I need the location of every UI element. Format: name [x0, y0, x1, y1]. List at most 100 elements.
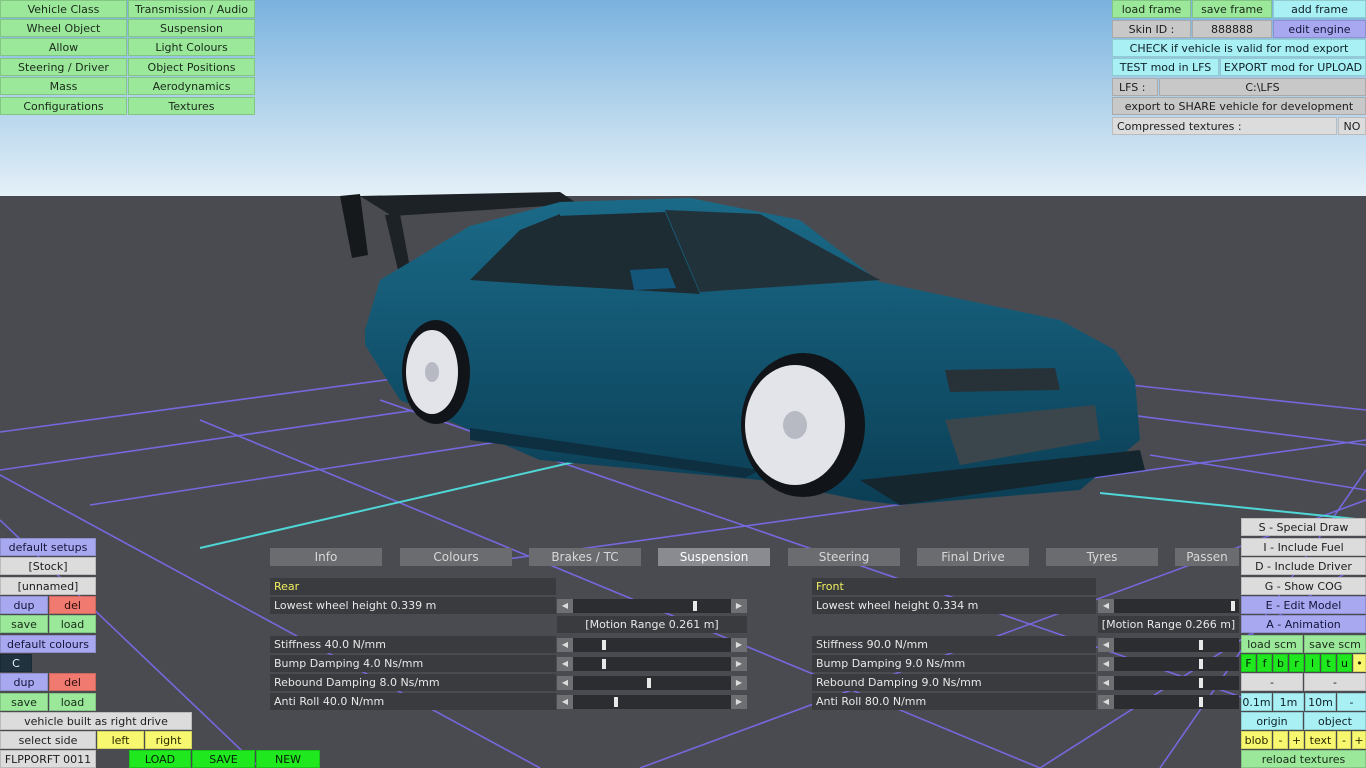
origin-button[interactable]: origin: [1241, 712, 1303, 730]
side-left-button[interactable]: left: [97, 731, 144, 749]
flag-dot[interactable]: •: [1353, 654, 1366, 672]
decrease-arrow-icon[interactable]: ◀: [1098, 657, 1114, 671]
include-driver-toggle[interactable]: D - Include Driver: [1241, 557, 1366, 575]
tab-steering[interactable]: Steering: [788, 548, 900, 566]
setup-unnamed-item[interactable]: [unnamed]: [0, 577, 96, 595]
decrease-arrow-icon[interactable]: ◀: [557, 657, 573, 671]
tab-passengers[interactable]: Passen: [1175, 548, 1239, 566]
vehicle-class-button[interactable]: Vehicle Class: [0, 0, 127, 18]
rear-lowest-wheel-slider[interactable]: ◀ ▶: [557, 599, 747, 613]
special-draw-toggle[interactable]: S - Special Draw: [1241, 518, 1366, 536]
new-vehicle-button[interactable]: NEW: [256, 750, 320, 768]
aerodynamics-button[interactable]: Aerodynamics: [128, 77, 255, 95]
slider-knob[interactable]: [647, 678, 651, 688]
check-valid-button[interactable]: CHECK if vehicle is valid for mod export: [1112, 39, 1366, 57]
save-frame-button[interactable]: save frame: [1192, 0, 1272, 18]
save-vehicle-button[interactable]: SAVE: [192, 750, 255, 768]
3d-viewport[interactable]: [0, 0, 1366, 768]
animation-button[interactable]: A - Animation: [1241, 615, 1366, 633]
flag-f-upper[interactable]: F: [1241, 654, 1256, 672]
allow-button[interactable]: Allow: [0, 38, 127, 56]
slider-knob[interactable]: [693, 601, 697, 611]
step-10m-button[interactable]: 10m: [1305, 693, 1336, 711]
skin-id-value[interactable]: 888888: [1192, 20, 1272, 38]
rear-anti-roll-slider[interactable]: ◀ ▶: [557, 695, 747, 709]
flag-u[interactable]: u: [1337, 654, 1352, 672]
slider-knob[interactable]: [1199, 659, 1203, 669]
slider-knob[interactable]: [1231, 601, 1235, 611]
slider-knob[interactable]: [1199, 678, 1203, 688]
decrease-arrow-icon[interactable]: ◀: [1098, 599, 1114, 613]
flag-b[interactable]: b: [1273, 654, 1288, 672]
minus-button-1[interactable]: -: [1241, 673, 1303, 691]
right-drive-toggle[interactable]: vehicle built as right drive: [0, 712, 192, 730]
slider-knob[interactable]: [1199, 640, 1203, 650]
decrease-arrow-icon[interactable]: ◀: [557, 695, 573, 709]
tab-info[interactable]: Info: [270, 548, 382, 566]
decrease-arrow-icon[interactable]: ◀: [1098, 676, 1114, 690]
default-colours-button[interactable]: default colours: [0, 635, 96, 653]
load-setup-button[interactable]: load: [49, 615, 96, 633]
slider-knob[interactable]: [602, 640, 606, 650]
save-scm-button[interactable]: save scm: [1304, 635, 1366, 653]
minus-button-2[interactable]: -: [1304, 673, 1366, 691]
object-button[interactable]: object: [1304, 712, 1366, 730]
colour-code-item[interactable]: C: [0, 654, 32, 672]
configurations-button[interactable]: Configurations: [0, 97, 127, 115]
compressed-textures-toggle[interactable]: NO: [1338, 117, 1366, 135]
suspension-button[interactable]: Suspension: [128, 19, 255, 37]
save-setup-button[interactable]: save: [0, 615, 48, 633]
increase-arrow-icon[interactable]: ▶: [731, 676, 747, 690]
export-share-button[interactable]: export to SHARE vehicle for development: [1112, 97, 1366, 115]
increase-arrow-icon[interactable]: ▶: [731, 657, 747, 671]
decrease-arrow-icon[interactable]: ◀: [557, 638, 573, 652]
tab-final-drive[interactable]: Final Drive: [917, 548, 1029, 566]
show-cog-toggle[interactable]: G - Show COG: [1241, 577, 1366, 595]
edit-engine-button[interactable]: edit engine: [1273, 20, 1366, 38]
decrease-arrow-icon[interactable]: ◀: [1098, 695, 1114, 709]
steering-driver-button[interactable]: Steering / Driver: [0, 58, 127, 76]
rear-bump-slider[interactable]: ◀ ▶: [557, 657, 747, 671]
front-anti-roll-slider[interactable]: ◀: [1098, 695, 1239, 709]
mass-button[interactable]: Mass: [0, 77, 127, 95]
save-colour-button[interactable]: save: [0, 693, 48, 711]
decrease-arrow-icon[interactable]: ◀: [557, 676, 573, 690]
rear-rebound-slider[interactable]: ◀ ▶: [557, 676, 747, 690]
textures-button[interactable]: Textures: [128, 97, 255, 115]
tab-suspension[interactable]: Suspension: [658, 548, 770, 566]
add-frame-button[interactable]: add frame: [1273, 0, 1366, 18]
decrease-arrow-icon[interactable]: ◀: [1098, 638, 1114, 652]
setup-stock-item[interactable]: [Stock]: [0, 557, 96, 575]
slider-knob[interactable]: [602, 659, 606, 669]
increase-arrow-icon[interactable]: ▶: [731, 638, 747, 652]
transmission-audio-button[interactable]: Transmission / Audio: [128, 0, 255, 18]
flag-f[interactable]: f: [1257, 654, 1272, 672]
dup-setup-button[interactable]: dup: [0, 596, 48, 614]
blob-plus-button[interactable]: +: [1289, 731, 1304, 749]
tab-colours[interactable]: Colours: [400, 548, 512, 566]
object-positions-button[interactable]: Object Positions: [128, 58, 255, 76]
side-right-button[interactable]: right: [145, 731, 192, 749]
flag-r[interactable]: r: [1289, 654, 1304, 672]
reload-textures-button[interactable]: reload textures: [1241, 750, 1366, 768]
text-plus-button[interactable]: +: [1352, 731, 1366, 749]
load-scm-button[interactable]: load scm: [1241, 635, 1303, 653]
flag-l[interactable]: l: [1305, 654, 1320, 672]
export-mod-button[interactable]: EXPORT mod for UPLOAD: [1220, 58, 1366, 76]
front-rebound-slider[interactable]: ◀: [1098, 676, 1239, 690]
edit-model-button[interactable]: E - Edit Model: [1241, 596, 1366, 614]
lfs-path-field[interactable]: C:\LFS: [1159, 78, 1366, 96]
step-1m-button[interactable]: 1m: [1273, 693, 1304, 711]
default-setups-button[interactable]: default setups: [0, 538, 96, 556]
rear-stiffness-slider[interactable]: ◀ ▶: [557, 638, 747, 652]
tab-brakes-tc[interactable]: Brakes / TC: [529, 548, 641, 566]
front-stiffness-slider[interactable]: ◀: [1098, 638, 1239, 652]
front-lowest-wheel-slider[interactable]: ◀: [1098, 599, 1239, 613]
test-mod-button[interactable]: TEST mod in LFS: [1112, 58, 1219, 76]
step-minus-button[interactable]: -: [1337, 693, 1366, 711]
text-minus-button[interactable]: -: [1337, 731, 1351, 749]
load-colour-button[interactable]: load: [49, 693, 96, 711]
slider-knob[interactable]: [614, 697, 618, 707]
include-fuel-toggle[interactable]: I - Include Fuel: [1241, 538, 1366, 556]
flag-t[interactable]: t: [1321, 654, 1336, 672]
